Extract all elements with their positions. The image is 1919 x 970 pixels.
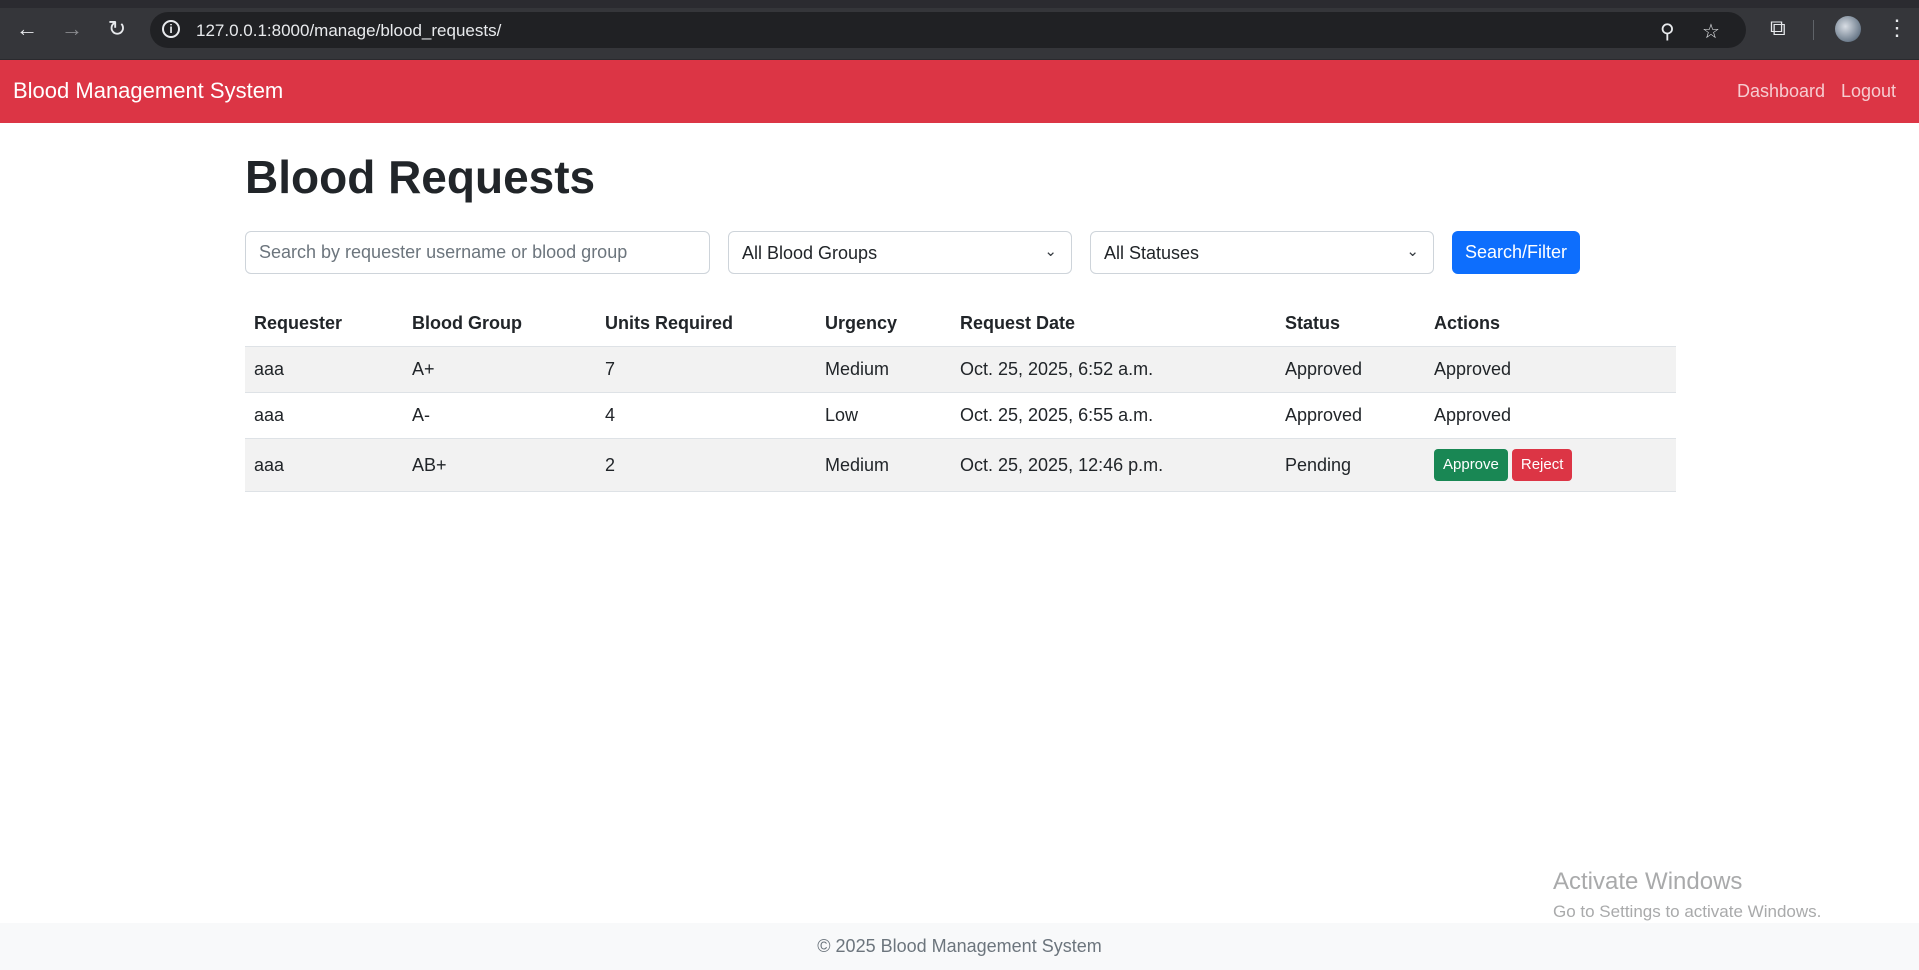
- blood-group-select[interactable]: All Blood Groups ⌄: [728, 231, 1072, 274]
- column-header-blood-group: Blood Group: [403, 300, 596, 347]
- cell-blood-group: AB+: [403, 438, 596, 492]
- column-header-status: Status: [1276, 300, 1425, 347]
- chevron-down-icon: ⌄: [1044, 243, 1057, 260]
- browser-toolbar: ← → ↻ i 127.0.0.1:8000/manage/blood_requ…: [0, 0, 1919, 60]
- blood-group-select-value: All Blood Groups: [742, 243, 878, 263]
- cell-units: 4: [596, 392, 816, 439]
- chevron-down-icon: ⌄: [1406, 243, 1419, 260]
- profile-avatar[interactable]: [1835, 16, 1861, 42]
- table-row: aaa A+ 7 Medium Oct. 25, 2025, 6:52 a.m.…: [245, 346, 1676, 393]
- cell-requester: aaa: [245, 392, 403, 439]
- nav-link-dashboard[interactable]: Dashboard: [1737, 81, 1825, 102]
- cell-blood-group: A+: [403, 346, 596, 393]
- cell-urgency: Medium: [816, 346, 951, 393]
- cell-requester: aaa: [245, 346, 403, 393]
- cell-urgency: Low: [816, 392, 951, 439]
- reject-button[interactable]: Reject: [1511, 449, 1573, 481]
- status-select[interactable]: All Statuses ⌄: [1090, 231, 1434, 274]
- column-header-requester: Requester: [245, 300, 403, 347]
- page-title: Blood Requests: [245, 151, 596, 203]
- cell-actions: Approve Reject: [1425, 438, 1676, 492]
- forward-arrow-icon[interactable]: →: [57, 14, 87, 44]
- table-row: aaa A- 4 Low Oct. 25, 2025, 6:55 a.m. Ap…: [245, 392, 1676, 439]
- toolbar-divider: [1813, 20, 1814, 40]
- cell-actions: Approved: [1425, 346, 1676, 393]
- column-header-actions: Actions: [1425, 300, 1676, 347]
- extensions-icon[interactable]: ⧉: [1770, 15, 1786, 41]
- activate-windows-title: Activate Windows: [1553, 868, 1743, 895]
- tab-strip: [0, 0, 1919, 8]
- reload-icon[interactable]: ↻: [102, 14, 132, 44]
- column-header-urgency: Urgency: [816, 300, 951, 347]
- cell-blood-group: A-: [403, 392, 596, 439]
- cell-requester: aaa: [245, 438, 403, 492]
- cell-units: 2: [596, 438, 816, 492]
- address-bar[interactable]: i 127.0.0.1:8000/manage/blood_requests/ …: [150, 12, 1746, 48]
- app-navbar: Blood Management System Dashboard Logout: [0, 60, 1919, 123]
- menu-kebab-icon[interactable]: ⋮: [1886, 15, 1908, 41]
- table-header-row: Requester Blood Group Units Required Urg…: [245, 300, 1676, 347]
- cell-status: Approved: [1276, 392, 1425, 439]
- bookmark-star-icon[interactable]: ☆: [1702, 19, 1720, 44]
- status-select-value: All Statuses: [1104, 243, 1200, 263]
- cell-request-date: Oct. 25, 2025, 12:46 p.m.: [951, 438, 1276, 492]
- cell-urgency: Medium: [816, 438, 951, 492]
- page-footer: © 2025 Blood Management System: [0, 923, 1919, 970]
- cell-actions: Approved: [1425, 392, 1676, 439]
- back-arrow-icon[interactable]: ←: [12, 14, 42, 44]
- activate-windows-subtitle: Go to Settings to activate Windows.: [1553, 902, 1822, 921]
- blood-requests-table: Requester Blood Group Units Required Urg…: [245, 300, 1676, 492]
- column-header-request-date: Request Date: [951, 300, 1276, 347]
- approve-button[interactable]: Approve: [1434, 449, 1508, 481]
- cell-status: Pending: [1276, 438, 1425, 492]
- cell-request-date: Oct. 25, 2025, 6:55 a.m.: [951, 392, 1276, 439]
- search-filter-button[interactable]: Search/Filter: [1452, 231, 1580, 274]
- nav-link-logout[interactable]: Logout: [1841, 81, 1896, 102]
- cell-status: Approved: [1276, 346, 1425, 393]
- cell-request-date: Oct. 25, 2025, 6:52 a.m.: [951, 346, 1276, 393]
- search-input[interactable]: [245, 231, 710, 274]
- site-info-icon[interactable]: i: [162, 20, 180, 38]
- zoom-icon[interactable]: ⚲: [1660, 19, 1675, 44]
- column-header-units: Units Required: [596, 300, 816, 347]
- url-text[interactable]: 127.0.0.1:8000/manage/blood_requests/: [196, 21, 501, 41]
- cell-units: 7: [596, 346, 816, 393]
- table-row: aaa AB+ 2 Medium Oct. 25, 2025, 12:46 p.…: [245, 438, 1676, 492]
- navbar-brand[interactable]: Blood Management System: [13, 78, 283, 104]
